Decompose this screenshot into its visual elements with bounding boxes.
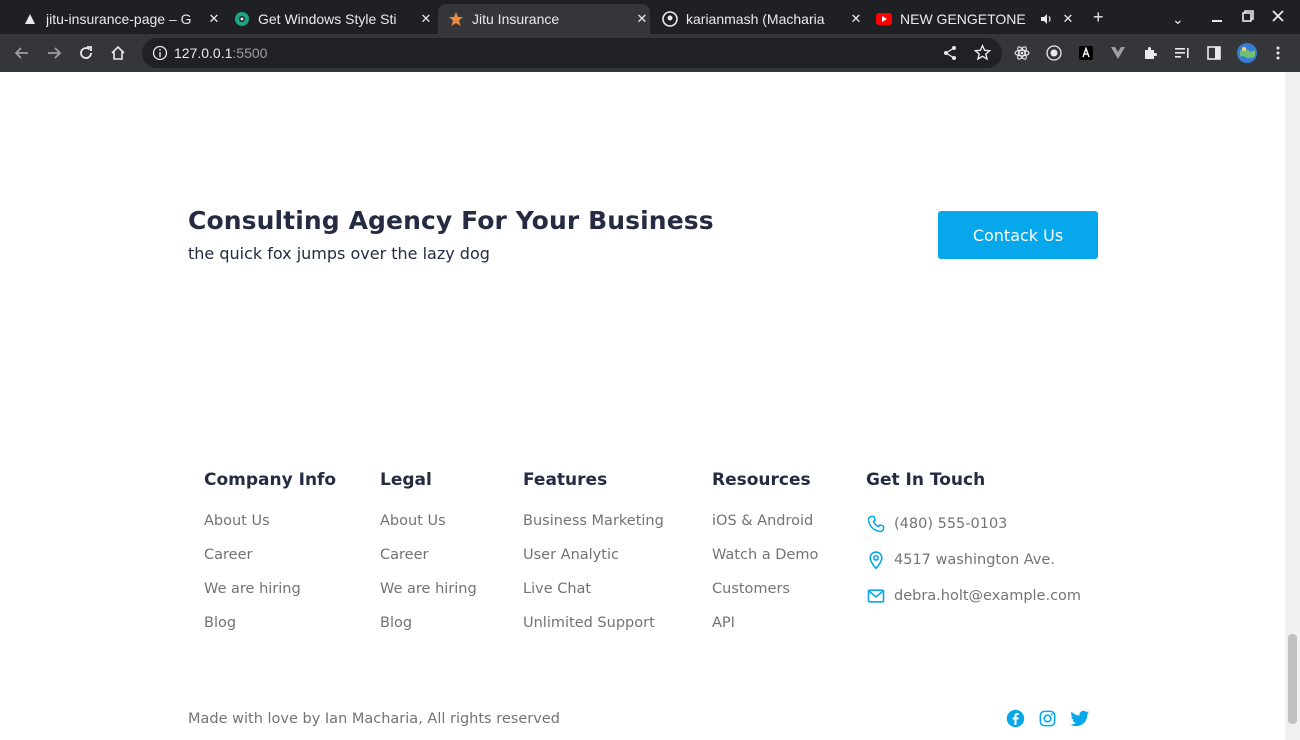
share-icon[interactable] — [942, 45, 958, 65]
cta-subtitle: the quick fox jumps over the lazy dog — [188, 244, 490, 263]
tab-jitu-insurance[interactable]: Jitu Insurance ✕ — [438, 4, 650, 34]
vue-devtools-icon[interactable] — [1109, 44, 1127, 62]
reload-icon[interactable] — [77, 44, 95, 62]
react-devtools-icon[interactable] — [1013, 44, 1031, 62]
contact-phone[interactable]: (480) 555-0103 — [866, 513, 1081, 535]
footer-link[interactable]: Unlimited Support — [523, 615, 664, 635]
youtube-icon — [876, 11, 892, 27]
column-heading: Legal — [380, 470, 432, 490]
footer-link[interactable]: About Us — [380, 513, 477, 533]
close-icon[interactable]: ✕ — [848, 11, 864, 27]
tab-title: NEW GENGETONE — [900, 11, 1026, 27]
footer-link[interactable]: About Us — [204, 513, 336, 533]
twitter-icon[interactable] — [1070, 708, 1090, 728]
footer-link[interactable]: API — [712, 615, 818, 635]
address-bar[interactable]: 127.0.0.1:5500 — [142, 38, 1002, 68]
triangle-icon — [22, 11, 38, 27]
footer-column-get-in-touch: Get In Touch (480) 555-0103 4517 washing… — [866, 470, 1081, 621]
back-icon[interactable] — [13, 44, 31, 62]
home-icon[interactable] — [109, 44, 127, 62]
footer-link[interactable]: iOS & Android — [712, 513, 818, 533]
angular-extension-icon[interactable] — [1077, 44, 1095, 62]
star-icon — [448, 11, 464, 27]
footer-link[interactable]: User Analytic — [523, 547, 664, 567]
address-text: 4517 washington Ave. — [894, 552, 1055, 568]
footer-link[interactable]: Blog — [380, 615, 477, 635]
tab-jitu-insurance-page[interactable]: jitu-insurance-page – G ✕ — [14, 4, 222, 34]
url-host: 127.0.0.1 — [174, 45, 233, 61]
column-heading: Resources — [712, 470, 811, 490]
speaker-icon[interactable] — [1038, 11, 1054, 27]
close-icon[interactable]: ✕ — [1060, 11, 1076, 27]
footer-link[interactable]: Watch a Demo — [712, 547, 818, 567]
phone-icon — [866, 514, 886, 534]
side-panel-icon[interactable] — [1205, 44, 1223, 62]
close-window-icon[interactable] — [1271, 8, 1285, 26]
tab-windows-style[interactable]: Get Windows Style Sti ✕ — [226, 4, 434, 34]
info-icon[interactable] — [152, 45, 168, 65]
browser-toolbar: 127.0.0.1:5500 — [0, 34, 1300, 72]
menu-icon[interactable] — [1269, 44, 1287, 62]
footer-column-legal: Legal About Us Career We are hiring Blog — [380, 470, 477, 649]
column-heading: Features — [523, 470, 608, 490]
new-tab-button[interactable]: + — [1093, 8, 1104, 26]
footer-link[interactable]: Blog — [204, 615, 336, 635]
forward-icon[interactable] — [45, 44, 63, 62]
footer-link[interactable]: Live Chat — [523, 581, 664, 601]
close-icon[interactable]: ✕ — [418, 11, 434, 27]
tab-strip: jitu-insurance-page – G ✕ Get Windows St… — [0, 0, 1300, 34]
tab-search-icon[interactable]: ⌄ — [1172, 10, 1184, 28]
restore-icon[interactable] — [1241, 8, 1255, 26]
email-text: debra.holt@example.com — [894, 588, 1082, 604]
contact-us-button[interactable]: Contack Us — [938, 211, 1098, 259]
tab-title: Jitu Insurance — [472, 11, 560, 27]
contact-address[interactable]: 4517 washington Ave. — [866, 549, 1081, 571]
avatar[interactable] — [1236, 42, 1258, 64]
footer-link[interactable]: We are hiring — [204, 581, 336, 601]
footer-column-resources: Resources iOS & Android Watch a Demo Cus… — [712, 470, 818, 649]
footer-column-features: Features Business Marketing User Analyti… — [523, 470, 664, 649]
page-viewport: Consulting Agency For Your Business the … — [0, 72, 1285, 740]
cta-title: Consulting Agency For Your Business — [188, 206, 714, 235]
reading-list-icon[interactable] — [1173, 44, 1191, 62]
footer-link[interactable]: Career — [380, 547, 477, 567]
target-extension-icon[interactable] — [1045, 44, 1063, 62]
tab-title: jitu-insurance-page – G — [46, 11, 192, 27]
contact-email[interactable]: debra.holt@example.com — [866, 585, 1081, 607]
scrollbar-thumb[interactable] — [1288, 634, 1297, 724]
footer-link[interactable]: Career — [204, 547, 336, 567]
column-heading: Company Info — [204, 470, 337, 490]
footer-link[interactable]: Customers — [712, 581, 818, 601]
footer-link[interactable]: We are hiring — [380, 581, 477, 601]
minimize-icon[interactable] — [1210, 8, 1224, 26]
mail-icon — [866, 586, 886, 606]
column-heading: Get In Touch — [866, 470, 986, 490]
instagram-icon[interactable] — [1037, 708, 1057, 728]
bookmark-star-icon[interactable] — [973, 43, 992, 65]
close-icon[interactable]: ✕ — [206, 11, 222, 27]
tab-title: karianmash (Macharia — [686, 11, 825, 27]
gear-icon — [234, 11, 250, 27]
tab-title: Get Windows Style Sti — [258, 11, 397, 27]
footer-link[interactable]: Business Marketing — [523, 513, 664, 533]
tab-github[interactable]: karianmash (Macharia ✕ — [654, 4, 864, 34]
location-pin-icon — [866, 550, 886, 570]
tab-youtube[interactable]: NEW GENGETONE ✕ — [868, 4, 1076, 34]
facebook-icon[interactable] — [1005, 708, 1025, 728]
page-scrollbar[interactable] — [1285, 72, 1300, 740]
footer-copyright: Made with love by Ian Macharia, All righ… — [188, 711, 560, 727]
url-port: :5500 — [232, 45, 268, 61]
phone-text: (480) 555-0103 — [894, 516, 1008, 532]
extensions-puzzle-icon[interactable] — [1141, 44, 1159, 62]
github-icon — [662, 11, 678, 27]
footer-column-company-info: Company Info About Us Career We are hiri… — [204, 470, 336, 649]
url-text: 127.0.0.1:5500 — [174, 45, 267, 61]
close-icon[interactable]: ✕ — [634, 11, 650, 27]
